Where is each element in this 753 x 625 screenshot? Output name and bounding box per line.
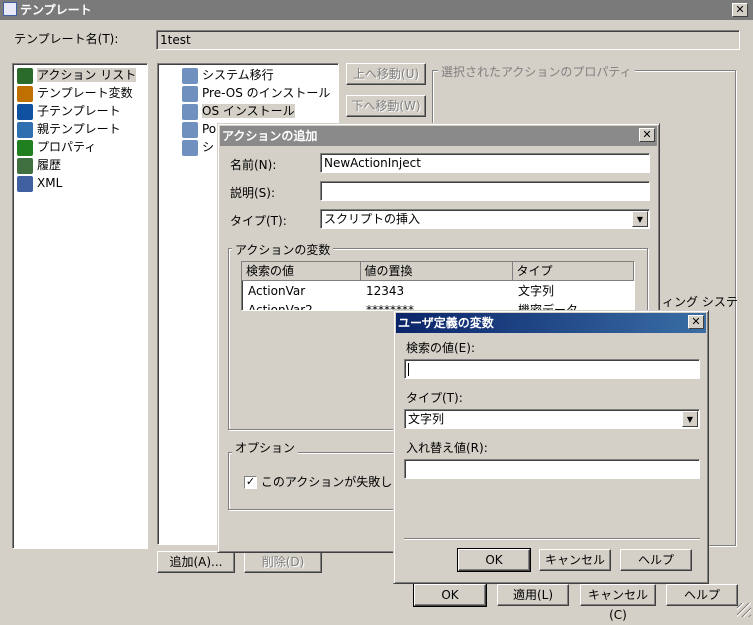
apply-button[interactable]: 適用(L) bbox=[497, 584, 569, 606]
nav-list[interactable]: アクション リスト テンプレート変数 子テンプレート 親テンプレート プロパティ… bbox=[12, 63, 148, 549]
child-template-icon bbox=[17, 103, 33, 120]
xml-icon bbox=[17, 175, 33, 192]
divider bbox=[404, 538, 700, 540]
template-vars-icon bbox=[17, 85, 33, 102]
column-header[interactable]: タイプ bbox=[512, 262, 634, 281]
type-value: スクリプトの挿入 bbox=[324, 212, 421, 226]
action-icon bbox=[182, 121, 198, 138]
replace-value-label: 入れ替え値(R): bbox=[406, 441, 488, 455]
text-cursor bbox=[408, 363, 409, 376]
type-select[interactable]: スクリプトの挿入 ▼ bbox=[320, 209, 650, 229]
tree-item[interactable]: OS インストール bbox=[182, 102, 338, 120]
name-value: NewActionInject bbox=[324, 156, 421, 170]
nav-item-history[interactable]: 履歴 bbox=[17, 156, 143, 174]
user-var-cancel-button[interactable]: キャンセル bbox=[539, 549, 611, 571]
chevron-down-icon[interactable]: ▼ bbox=[682, 411, 698, 427]
nav-item-xml[interactable]: XML bbox=[17, 174, 143, 192]
user-var-title-bar: ユーザ定義の変数 bbox=[396, 313, 706, 333]
history-icon bbox=[17, 157, 33, 174]
action-list-icon bbox=[17, 67, 33, 84]
cancel-button[interactable]: キャンセル(C) bbox=[580, 584, 656, 622]
description-field[interactable] bbox=[320, 181, 650, 201]
name-label: 名前(N): bbox=[230, 158, 277, 172]
template-icon bbox=[3, 2, 17, 16]
table-cell: ActionVar2 bbox=[248, 302, 313, 311]
var-type-select[interactable]: 文字列 ▼ bbox=[404, 409, 700, 429]
fail-checkbox[interactable]: ✓ bbox=[244, 476, 257, 489]
partial-text: ィング システ bbox=[662, 295, 738, 309]
properties-icon bbox=[17, 139, 33, 156]
action-icon bbox=[182, 67, 198, 84]
var-type-value: 文字列 bbox=[408, 412, 445, 426]
variables-group-label: アクションの変数 bbox=[232, 241, 334, 258]
table-cell: ActionVar bbox=[248, 283, 306, 298]
user-var-help-button[interactable]: ヘルプ bbox=[620, 549, 692, 571]
action-icon bbox=[182, 103, 198, 120]
template-name-label: テンプレート名(T): bbox=[14, 32, 119, 46]
nav-item-action-list[interactable]: アクション リスト bbox=[17, 66, 143, 84]
template-name-field[interactable]: 1test bbox=[156, 30, 740, 50]
parent-template-icon bbox=[17, 121, 33, 138]
delete-button[interactable]: 削除(D) bbox=[244, 551, 322, 573]
resize-grip-icon[interactable] bbox=[737, 603, 751, 617]
move-down-button[interactable]: 下へ移動(W) bbox=[346, 95, 426, 117]
variables-table[interactable]: 検索の値 値の置換 タイプ ActionVar 12343 文字列 Action… bbox=[241, 261, 635, 311]
tree-item[interactable]: システム移行 bbox=[182, 66, 338, 84]
name-field[interactable]: NewActionInject bbox=[320, 153, 650, 173]
nav-item-child-template[interactable]: 子テンプレート bbox=[17, 102, 143, 120]
ok-button[interactable]: OK bbox=[413, 583, 487, 607]
replace-value-field[interactable] bbox=[404, 459, 700, 479]
add-button[interactable]: 追加(A)... bbox=[157, 551, 235, 573]
move-up-button[interactable]: 上へ移動(U) bbox=[346, 63, 426, 85]
column-header[interactable]: 値の置換 bbox=[360, 262, 513, 281]
add-action-close-button[interactable]: ✕ bbox=[639, 128, 655, 142]
search-value-field[interactable] bbox=[404, 359, 700, 379]
options-group-label: オプション bbox=[232, 439, 299, 456]
table-cell: 12343 bbox=[366, 283, 405, 298]
nav-item-parent-template[interactable]: 親テンプレート bbox=[17, 120, 143, 138]
action-icon bbox=[182, 139, 198, 156]
var-type-label: タイプ(T): bbox=[406, 391, 463, 405]
type-label: タイプ(T): bbox=[230, 214, 287, 228]
add-action-title: アクションの追加 bbox=[222, 129, 318, 143]
table-cell: 文字列 bbox=[518, 284, 555, 298]
user-var-title: ユーザ定義の変数 bbox=[398, 316, 494, 330]
template-name-value: 1test bbox=[160, 33, 191, 47]
chevron-down-icon[interactable]: ▼ bbox=[632, 211, 648, 227]
user-var-close-button[interactable]: ✕ bbox=[688, 315, 704, 329]
column-header[interactable]: 検索の値 bbox=[242, 262, 361, 281]
main-title-bar: テンプレート bbox=[0, 0, 753, 20]
properties-group-label: 選択されたアクションのプロパティ bbox=[438, 63, 635, 80]
nav-item-properties[interactable]: プロパティ bbox=[17, 138, 143, 156]
user-var-dialog: ユーザ定義の変数 ✕ 検索の値(E): タイプ(T): 文字列 ▼ 入れ替え値(… bbox=[393, 310, 709, 584]
add-action-title-bar: アクションの追加 bbox=[220, 126, 657, 146]
table-row[interactable]: ActionVar 12343 文字列 bbox=[242, 281, 634, 301]
nav-item-template-vars[interactable]: テンプレート変数 bbox=[17, 84, 143, 102]
action-icon bbox=[182, 85, 198, 102]
tree-item[interactable]: Pre-OS のインストール bbox=[182, 84, 338, 102]
description-label: 説明(S): bbox=[230, 186, 276, 200]
search-value-label: 検索の値(E): bbox=[406, 341, 475, 355]
help-button[interactable]: ヘルプ bbox=[666, 584, 738, 606]
main-close-button[interactable]: ✕ bbox=[732, 3, 748, 17]
user-var-ok-button[interactable]: OK bbox=[457, 548, 531, 572]
main-title: テンプレート bbox=[20, 3, 92, 17]
